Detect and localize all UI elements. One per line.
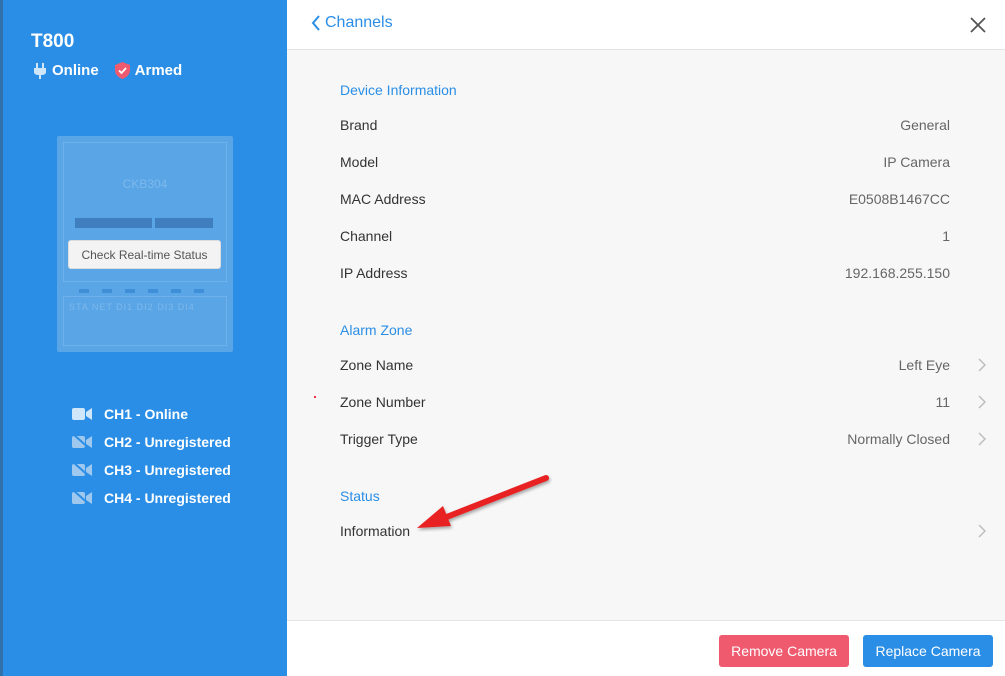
row-label: Trigger Type bbox=[340, 431, 418, 447]
panel-edge bbox=[0, 0, 3, 676]
channel-label: CH3 - Unregistered bbox=[104, 462, 231, 478]
replace-camera-button[interactable]: Replace Camera bbox=[863, 635, 993, 667]
led bbox=[194, 289, 204, 293]
row-label: Model bbox=[340, 154, 379, 170]
channel-item-ch2[interactable]: CH2 - Unregistered bbox=[72, 428, 231, 456]
device-name: T800 bbox=[31, 31, 75, 52]
row-label: IP Address bbox=[340, 265, 408, 281]
close-icon[interactable] bbox=[969, 16, 987, 34]
armed-label: Armed bbox=[134, 62, 183, 79]
device-model-text: CKB304 bbox=[122, 177, 168, 191]
armed-status: Armed bbox=[114, 62, 183, 79]
chevron-right-icon bbox=[978, 524, 986, 538]
row-label: Channel bbox=[340, 228, 393, 244]
device-leds bbox=[79, 289, 217, 293]
row-value: General bbox=[900, 117, 950, 133]
row-value: Left Eye bbox=[898, 357, 950, 373]
row-value: Normally Closed bbox=[847, 431, 950, 447]
row-value: 192.168.255.150 bbox=[844, 265, 950, 281]
led bbox=[79, 289, 89, 293]
row-value: 11 bbox=[935, 394, 950, 410]
led bbox=[171, 289, 181, 293]
back-label: Channels bbox=[325, 14, 393, 31]
info-row-mac: MAC Address E0508B1467CC bbox=[340, 187, 950, 211]
led bbox=[125, 289, 135, 293]
row-label: Zone Number bbox=[340, 394, 426, 410]
remove-camera-button[interactable]: Remove Camera bbox=[719, 635, 849, 667]
online-label: Online bbox=[52, 62, 99, 79]
back-button[interactable]: Channels bbox=[311, 14, 393, 32]
chevron-right-icon bbox=[978, 395, 986, 409]
shield-check-icon bbox=[114, 62, 130, 79]
camera-off-icon bbox=[72, 462, 92, 478]
chevron-left-icon bbox=[311, 15, 320, 31]
row-label: MAC Address bbox=[340, 191, 426, 207]
annotation-mark bbox=[314, 396, 316, 398]
info-row-channel: Channel 1 bbox=[340, 224, 950, 248]
device-illustration: CKB304 Check Real-time Status STA NET DI… bbox=[57, 136, 233, 352]
device-port-labels: STA NET DI1 DI2 DI3 DI4 bbox=[69, 302, 195, 312]
row-value: IP Camera bbox=[883, 154, 950, 170]
dialog-footer: Remove Camera Replace Camera bbox=[287, 620, 1005, 676]
zone-row-name[interactable]: Zone Name Left Eye bbox=[340, 353, 986, 377]
channel-detail-dialog: Channels Device Information Brand Genera… bbox=[287, 0, 1005, 676]
led bbox=[148, 289, 158, 293]
channel-item-ch3[interactable]: CH3 - Unregistered bbox=[72, 456, 231, 484]
online-status: Online bbox=[33, 62, 99, 79]
device-status-row: Online Armed bbox=[33, 62, 198, 79]
channel-list: CH1 - Online CH2 - Unregistered CH3 - Un… bbox=[72, 400, 231, 512]
plug-icon bbox=[34, 62, 46, 79]
led bbox=[102, 289, 112, 293]
terminal-block bbox=[75, 218, 152, 228]
camera-off-icon bbox=[72, 490, 92, 506]
row-value: 1 bbox=[942, 228, 950, 244]
channel-item-ch1[interactable]: CH1 - Online bbox=[72, 400, 231, 428]
section-title-alarm-zone: Alarm Zone bbox=[340, 322, 413, 338]
info-row-model: Model IP Camera bbox=[340, 150, 950, 174]
chevron-right-icon bbox=[978, 358, 986, 372]
device-panel: T800 Online Armed CKB304 Check Real-time… bbox=[0, 0, 287, 676]
chevron-right-icon bbox=[978, 432, 986, 446]
zone-row-trigger-type[interactable]: Trigger Type Normally Closed bbox=[340, 427, 986, 451]
channel-label: CH2 - Unregistered bbox=[104, 434, 231, 450]
row-label: Zone Name bbox=[340, 357, 414, 373]
zone-row-number[interactable]: Zone Number 11 bbox=[340, 390, 986, 414]
row-value: E0508B1467CC bbox=[848, 191, 950, 207]
check-realtime-status-button[interactable]: Check Real-time Status bbox=[68, 240, 221, 269]
channel-item-ch4[interactable]: CH4 - Unregistered bbox=[72, 484, 231, 512]
camera-icon bbox=[72, 408, 92, 420]
row-label: Brand bbox=[340, 117, 378, 133]
info-row-ip: IP Address 192.168.255.150 bbox=[340, 261, 950, 285]
annotation-arrow-icon bbox=[417, 475, 549, 528]
channel-label: CH1 - Online bbox=[104, 406, 189, 422]
info-row-brand: Brand General bbox=[340, 113, 950, 137]
section-title-status: Status bbox=[340, 488, 380, 504]
camera-off-icon bbox=[72, 434, 92, 450]
channel-label: CH4 - Unregistered bbox=[104, 490, 231, 506]
dialog-header: Channels bbox=[287, 0, 1005, 50]
section-title-device-info: Device Information bbox=[340, 82, 457, 98]
terminal-block bbox=[155, 218, 213, 228]
